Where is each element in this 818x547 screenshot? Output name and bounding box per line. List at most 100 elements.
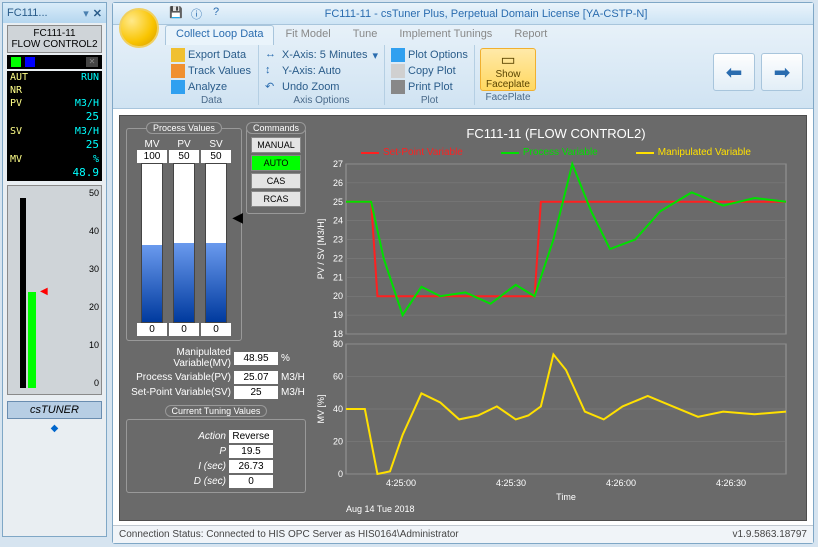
pv-bar-mv: MV100 0 bbox=[137, 139, 167, 336]
tune-row: I (sec)26.73 bbox=[131, 460, 301, 473]
track-values-button[interactable]: Track Values bbox=[169, 63, 254, 79]
commands-panel: MANUAL AUTO CAS RCAS bbox=[246, 128, 306, 214]
svg-text:4:25:30: 4:25:30 bbox=[496, 478, 526, 488]
faceplate-icon: ▭ bbox=[500, 50, 515, 70]
undo-zoom-button[interactable]: ↶Undo Zoom bbox=[263, 79, 380, 95]
window-title: FC111-11 - csTuner Plus, Perpetual Domai… bbox=[229, 8, 743, 20]
main-titlebar[interactable]: 💾 ⓘ ? FC111-11 - csTuner Plus, Perpetual… bbox=[113, 3, 813, 25]
export-data-button[interactable]: Export Data bbox=[169, 47, 254, 63]
faceplate-row-mv: MV% bbox=[7, 153, 102, 166]
legend-item: Manipulated Variable bbox=[636, 147, 751, 158]
faceplate-trend: ◀ 50403020100 bbox=[7, 185, 102, 395]
readout-row: Manipulated Variable(MV)48.95% bbox=[126, 347, 306, 369]
svg-text:PV / SV [M3/H]: PV / SV [M3/H] bbox=[316, 219, 326, 280]
chart-plot[interactable]: 272625242322212019188060402004:25:004:25… bbox=[312, 160, 792, 500]
faceplate-desc: FLOW CONTROL2 bbox=[8, 39, 101, 50]
chart-legend: Set-Point Variable Process Variable Manipu… bbox=[312, 145, 800, 160]
commands-label: Commands bbox=[246, 122, 306, 134]
faceplate-diamond-icon: ◆ bbox=[7, 423, 102, 434]
svg-text:4:26:00: 4:26:00 bbox=[606, 478, 636, 488]
svg-text:0: 0 bbox=[338, 469, 343, 479]
svg-text:4:25:00: 4:25:00 bbox=[386, 478, 416, 488]
dock-close-icon[interactable]: ✕ bbox=[93, 7, 102, 20]
nav-back-button[interactable]: ⬅ bbox=[713, 53, 755, 91]
info-icon[interactable]: ⓘ bbox=[191, 6, 207, 22]
svg-text:23: 23 bbox=[333, 235, 343, 245]
cmd-cas[interactable]: CAS bbox=[251, 173, 301, 189]
copy-plot-button[interactable]: Copy Plot bbox=[389, 63, 470, 79]
readout-row: Set-Point Variable(SV)25M3/H bbox=[126, 386, 306, 399]
ribbon-tab-4[interactable]: Report bbox=[503, 25, 558, 45]
svg-text:24: 24 bbox=[333, 216, 343, 226]
tune-row: P19.5 bbox=[131, 445, 301, 458]
faceplate-row-sv: SVM3/H bbox=[7, 125, 102, 138]
svg-text:Time: Time bbox=[556, 492, 576, 500]
dock-title: FC111... bbox=[7, 7, 83, 19]
svg-text:80: 80 bbox=[333, 339, 343, 349]
print-plot-button[interactable]: Print Plot bbox=[389, 79, 470, 95]
faceplate-status-strip: ✕ bbox=[7, 55, 102, 69]
svg-text:20: 20 bbox=[333, 437, 343, 447]
pv-bar-pv: PV50 0 bbox=[169, 139, 199, 336]
dock-pin-icon[interactable]: ▾ bbox=[83, 7, 89, 20]
faceplate-header: FC111-11 FLOW CONTROL2 bbox=[7, 25, 102, 53]
faceplate-mode-row: AUT RUN bbox=[7, 71, 102, 84]
faceplate-row-pv: PVM3/H bbox=[7, 97, 102, 110]
faceplate-dock: FC111... ▾ ✕ FC111-11 FLOW CONTROL2 ✕ AU… bbox=[2, 2, 107, 537]
ribbon-tabs: Collect Loop DataFit ModelTuneImplement … bbox=[165, 25, 558, 45]
nav-forward-button[interactable]: ➡ bbox=[761, 53, 803, 91]
ribbon-tab-0[interactable]: Collect Loop Data bbox=[165, 25, 274, 45]
process-values-panel: MV100 0 PV50 0 SV50 0 ◀ bbox=[126, 128, 242, 341]
workspace: Process Values MV100 0 PV50 0 SV50 0 ◀ C… bbox=[119, 115, 807, 521]
svg-text:27: 27 bbox=[333, 160, 343, 169]
status-bar: Connection Status: Connected to HIS OPC … bbox=[113, 525, 813, 543]
yaxis-button[interactable]: ↕Y-Axis: Auto bbox=[263, 63, 380, 79]
ribbon-group-axis: ↔X-Axis: 5 Minutes▾ ↕Y-Axis: Auto ↶Undo … bbox=[259, 45, 385, 105]
svg-text:40: 40 bbox=[333, 404, 343, 414]
sp-arrow-icon: ◀ bbox=[232, 209, 243, 226]
legend-item: Set-Point Variable bbox=[361, 147, 463, 158]
svg-text:21: 21 bbox=[333, 272, 343, 282]
tuning-panel: ActionReverse P19.5 I (sec)26.73 D (sec)0 bbox=[126, 419, 306, 493]
svg-text:25: 25 bbox=[333, 197, 343, 207]
ribbon-tab-2[interactable]: Tune bbox=[342, 25, 389, 45]
ribbon-tab-3[interactable]: Implement Tunings bbox=[388, 25, 503, 45]
svg-text:18: 18 bbox=[333, 329, 343, 339]
ribbon-tab-1[interactable]: Fit Model bbox=[274, 25, 341, 45]
help-icon[interactable]: ? bbox=[213, 6, 229, 22]
readout-row: Process Variable(PV)25.07M3/H bbox=[126, 371, 306, 384]
svg-text:19: 19 bbox=[333, 310, 343, 320]
cmd-manual[interactable]: MANUAL bbox=[251, 137, 301, 153]
app-orb-button[interactable] bbox=[119, 8, 159, 48]
tune-row: D (sec)0 bbox=[131, 475, 301, 488]
quick-access-toolbar: 💾 ⓘ ? bbox=[169, 6, 229, 22]
ribbon-group-faceplate: ▭ Show Faceplate FacePlate bbox=[475, 45, 541, 105]
ribbon: Collect Loop DataFit ModelTuneImplement … bbox=[113, 25, 813, 109]
faceplate-tag: FC111-11 bbox=[8, 28, 101, 39]
chart-area: FC111-11 (FLOW CONTROL2) Set-Point Varia… bbox=[312, 116, 806, 520]
chart-title: FC111-11 (FLOW CONTROL2) bbox=[312, 122, 800, 145]
legend-item: Process Variable bbox=[501, 147, 598, 158]
svg-text:60: 60 bbox=[333, 372, 343, 382]
svg-text:4:26:30: 4:26:30 bbox=[716, 478, 746, 488]
connection-status: Connection Status: Connected to HIS OPC … bbox=[119, 529, 459, 540]
ribbon-group-data: Export Data Track Values Analyze Data bbox=[165, 45, 259, 105]
tune-row: ActionReverse bbox=[131, 430, 301, 443]
tuning-label: Current Tuning Values bbox=[165, 405, 268, 417]
svg-text:22: 22 bbox=[333, 253, 343, 263]
pv-bar-sv: SV50 0 ◀ bbox=[201, 139, 231, 336]
chart-date: Aug 14 Tue 2018 bbox=[312, 504, 800, 514]
show-faceplate-button[interactable]: ▭ Show Faceplate bbox=[480, 48, 536, 91]
analyze-button[interactable]: Analyze bbox=[169, 79, 254, 95]
cstuner-button[interactable]: csTUNER bbox=[7, 401, 102, 419]
xaxis-dropdown[interactable]: ↔X-Axis: 5 Minutes▾ bbox=[263, 47, 380, 63]
faceplate-alarm-row: NR bbox=[7, 84, 102, 97]
dock-titlebar[interactable]: FC111... ▾ ✕ bbox=[3, 3, 106, 23]
save-icon[interactable]: 💾 bbox=[169, 6, 185, 22]
main-window: 💾 ⓘ ? FC111-11 - csTuner Plus, Perpetual… bbox=[112, 2, 814, 544]
cmd-auto[interactable]: AUTO bbox=[251, 155, 301, 171]
ribbon-group-plot: Plot Options Copy Plot Print Plot Plot bbox=[385, 45, 475, 105]
plot-options-button[interactable]: Plot Options bbox=[389, 47, 470, 63]
cmd-rcas[interactable]: RCAS bbox=[251, 191, 301, 207]
svg-text:MV [%]: MV [%] bbox=[316, 394, 326, 423]
